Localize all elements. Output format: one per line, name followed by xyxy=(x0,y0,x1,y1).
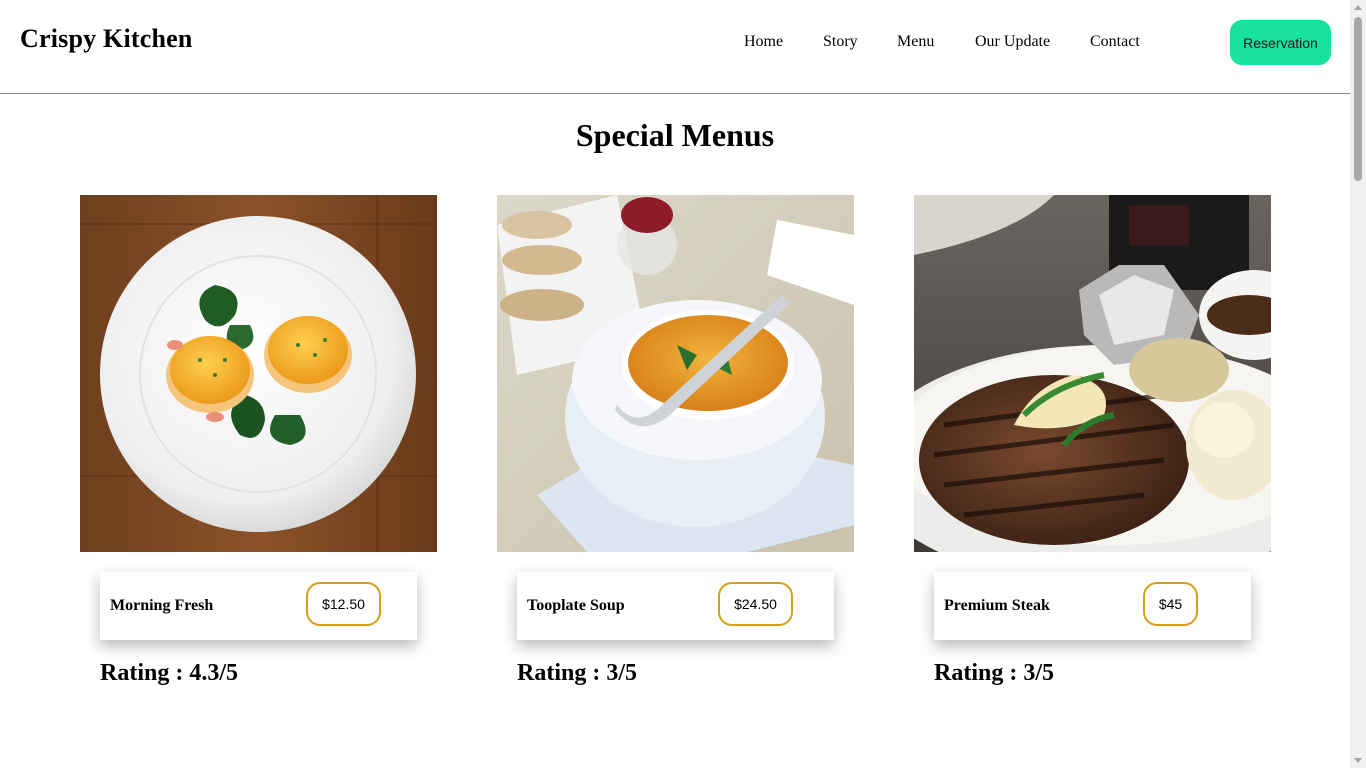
section-title: Special Menus xyxy=(575,117,775,153)
price-badge[interactable]: $45 xyxy=(1143,582,1198,626)
page-scrollbar[interactable] xyxy=(1350,0,1366,768)
scrollbar-thumb[interactable] xyxy=(1354,17,1362,181)
nav-our-update[interactable]: Our Update xyxy=(975,33,1050,51)
nav-contact[interactable]: Contact xyxy=(1090,33,1140,51)
rating-label: Rating : 3/5 xyxy=(517,660,637,686)
price-badge[interactable]: $12.50 xyxy=(306,582,381,626)
price-badge[interactable]: $24.50 xyxy=(718,582,793,626)
eggs-benedict-plate-photo xyxy=(80,195,437,552)
menu-info-box: Tooplate Soup $24.50 xyxy=(517,572,834,640)
menu-info-box: Premium Steak $45 xyxy=(934,572,1251,640)
nav-story[interactable]: Story xyxy=(823,33,858,51)
soup-bowl-photo xyxy=(497,195,854,552)
dish-name: Morning Fresh xyxy=(110,597,214,614)
menu-card: Morning Fresh $12.50 Rating : 4.3/5 xyxy=(80,195,437,686)
steak-dinner-photo xyxy=(914,195,1271,552)
menu-info-box: Morning Fresh $12.50 xyxy=(100,572,417,640)
site-header: Crispy Kitchen Home Story Menu Our Updat… xyxy=(0,0,1350,94)
dish-name: Premium Steak xyxy=(944,597,1050,614)
main-nav: Home Story Menu Our Update Contact xyxy=(0,33,1350,53)
reservation-button[interactable]: Reservation xyxy=(1230,20,1331,65)
scroll-down-arrow-icon[interactable] xyxy=(1354,758,1362,763)
menu-card: Premium Steak $45 Rating : 3/5 xyxy=(914,195,1271,686)
menu-card: Tooplate Soup $24.50 Rating : 3/5 xyxy=(497,195,854,686)
nav-menu[interactable]: Menu xyxy=(897,33,934,51)
scroll-up-arrow-icon[interactable] xyxy=(1354,5,1362,10)
dish-name: Tooplate Soup xyxy=(527,597,625,614)
rating-label: Rating : 3/5 xyxy=(934,660,1054,686)
rating-label: Rating : 4.3/5 xyxy=(100,660,238,686)
nav-home[interactable]: Home xyxy=(744,33,783,51)
